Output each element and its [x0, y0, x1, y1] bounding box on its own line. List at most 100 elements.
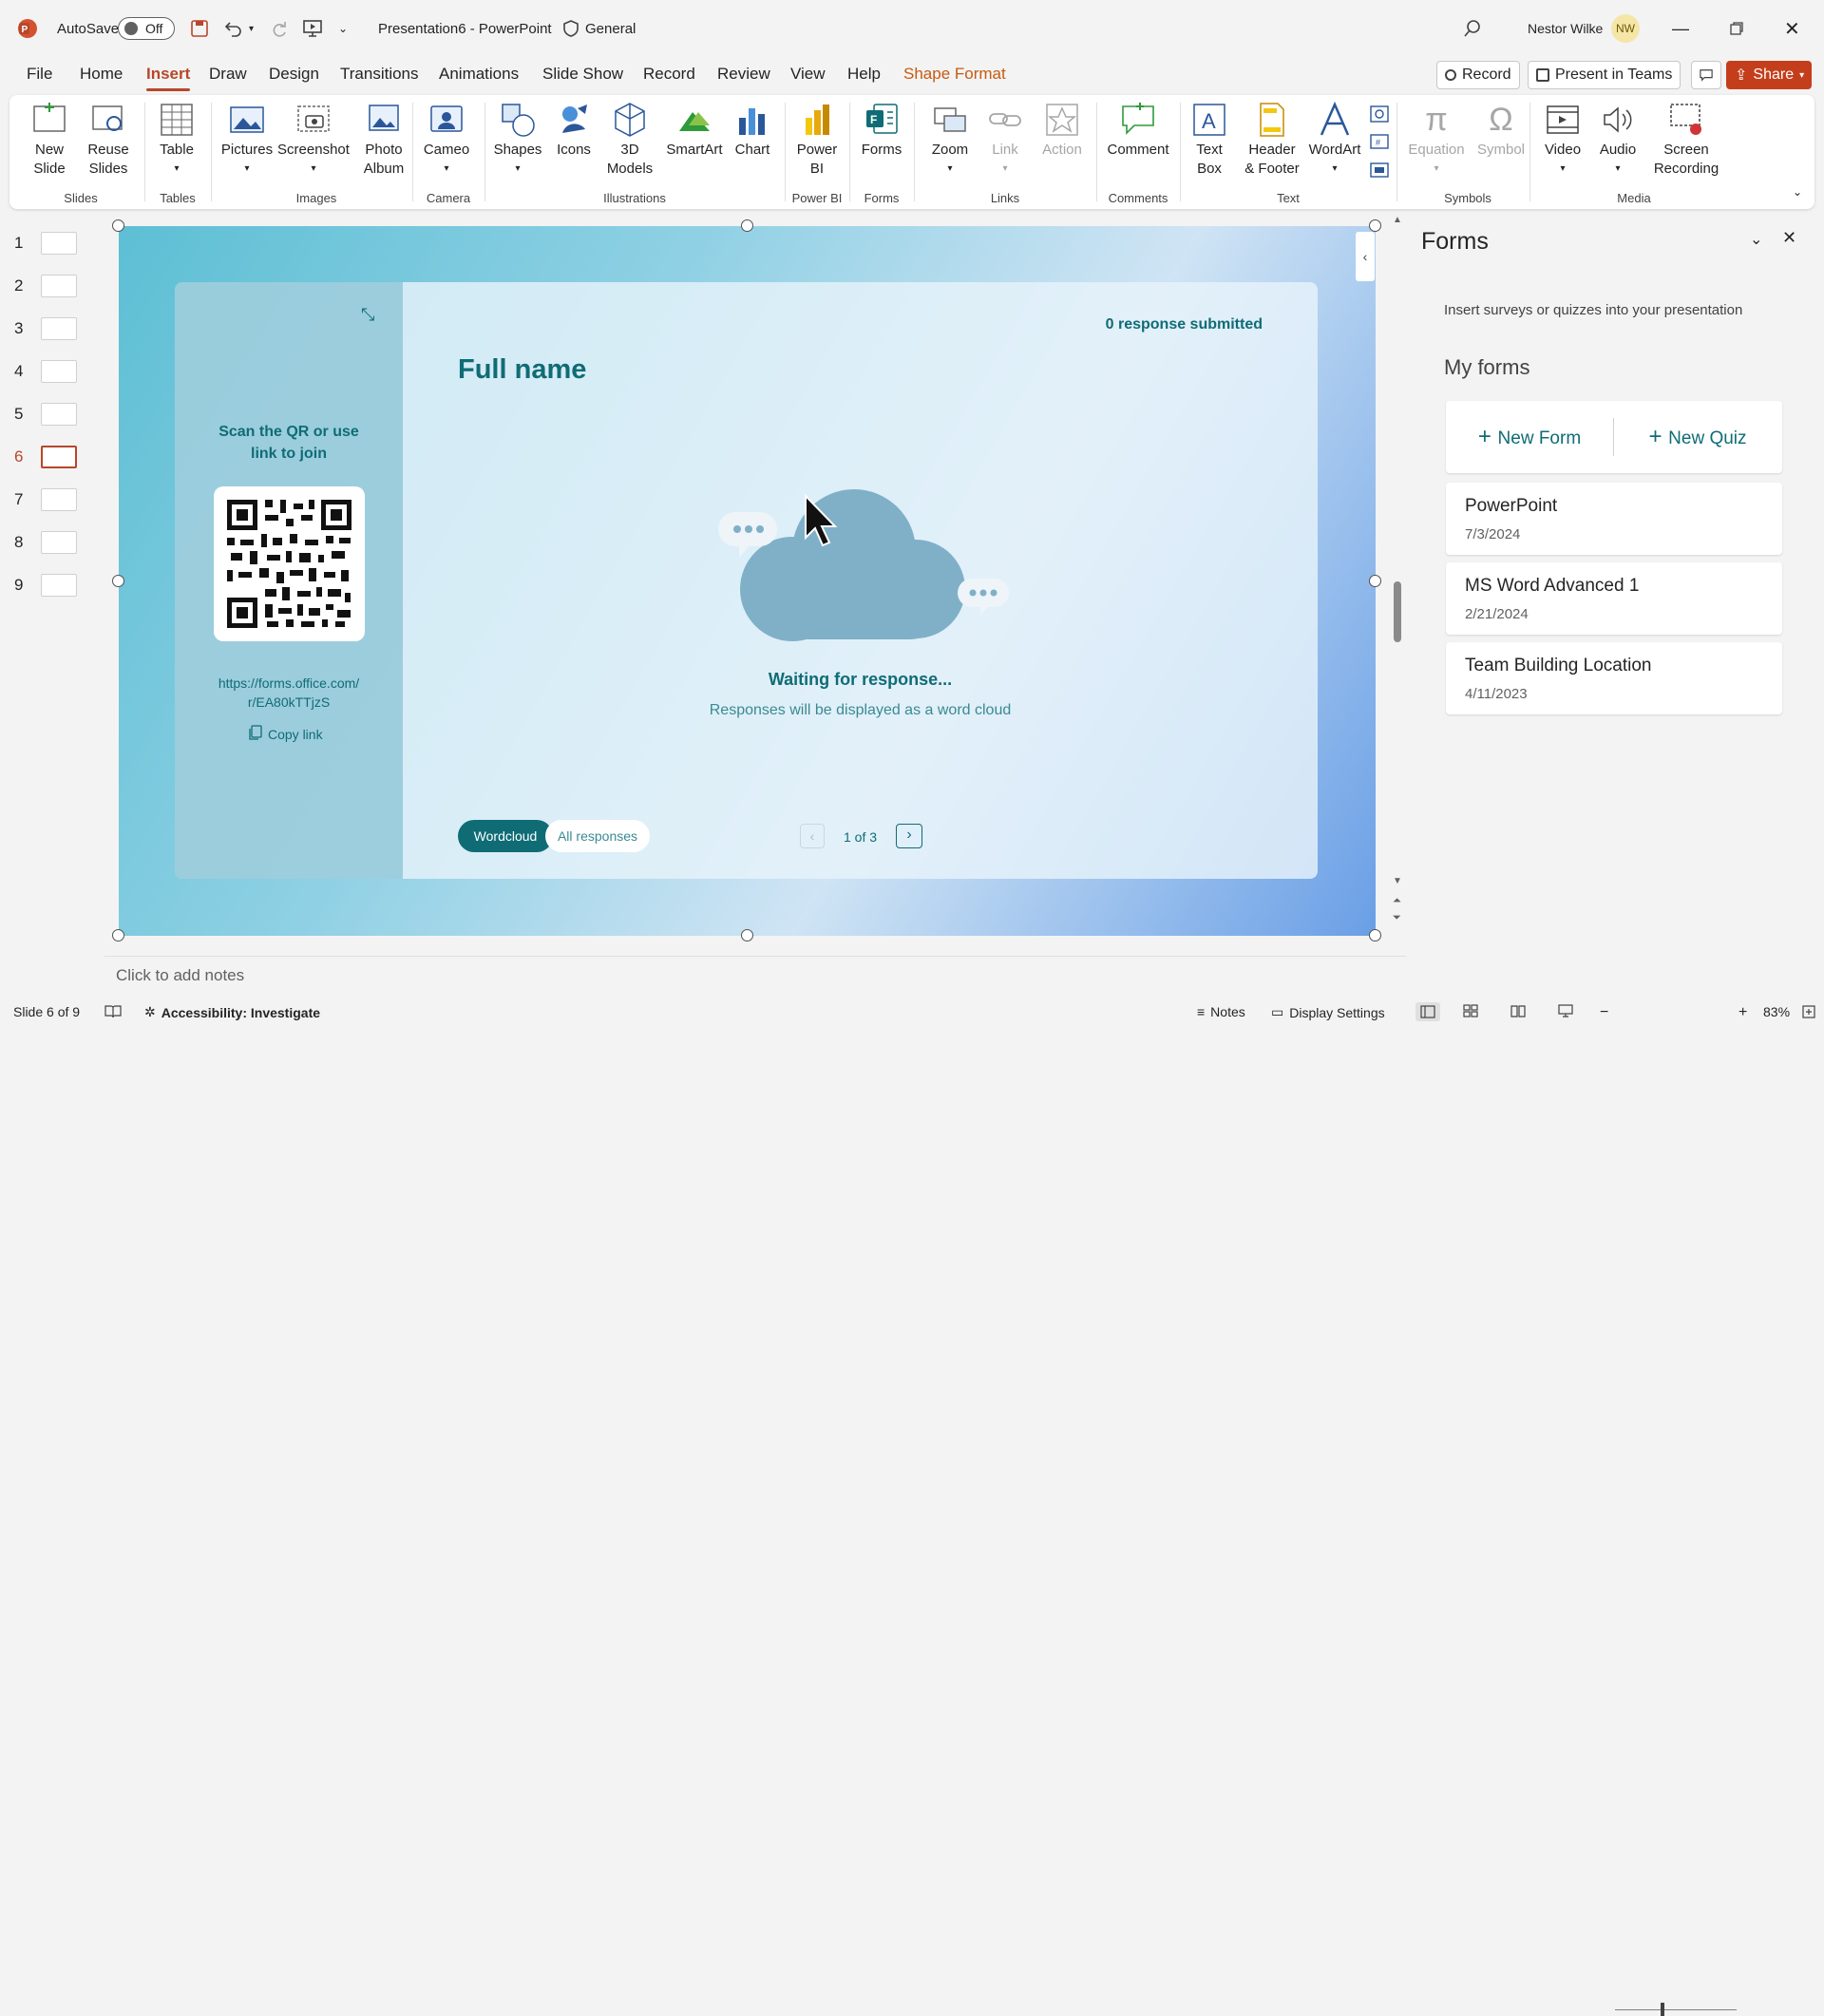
present-in-teams-button[interactable]: Present in Teams	[1528, 61, 1682, 89]
thumbnail-image	[41, 360, 77, 383]
new-quiz-label: New Quiz	[1668, 428, 1747, 448]
slide-thumbnail[interactable]: 8	[10, 527, 86, 561]
tab-review[interactable]: Review	[717, 65, 770, 89]
undo-dropdown-icon[interactable]: ▾	[249, 15, 254, 42]
spelling-book-icon[interactable]	[104, 1004, 122, 1019]
next-slide-icon[interactable]: ⏷	[1393, 912, 1401, 924]
user-name[interactable]: Nestor Wilke	[1528, 15, 1603, 42]
tab-home[interactable]: Home	[80, 65, 123, 89]
slide-sorter-icon[interactable]	[1463, 1004, 1478, 1018]
new-quiz-button[interactable]: + New Quiz	[1614, 424, 1781, 450]
scrollbar-thumb[interactable]	[1394, 581, 1401, 642]
slide-show-icon[interactable]	[1558, 1004, 1573, 1018]
slide-thumbnail[interactable]: 7	[10, 485, 86, 519]
slide-thumbnail[interactable]: 9	[10, 570, 86, 604]
record-button[interactable]: Record	[1436, 61, 1520, 89]
zoom-out-icon[interactable]: −	[1600, 1004, 1608, 1021]
vertical-scrollbar[interactable]: ▲ ▼ ⏶ ⏷	[1389, 215, 1406, 933]
restore-icon[interactable]	[1729, 15, 1744, 42]
minimize-embed-icon[interactable]: ⤡	[361, 305, 374, 325]
slide-thumbnail[interactable]: 5	[10, 399, 86, 433]
close-pane-icon[interactable]: ✕	[1782, 228, 1796, 248]
tab-transitions[interactable]: Transitions	[340, 65, 419, 89]
minimize-icon[interactable]: —	[1672, 15, 1689, 42]
new-form-button[interactable]: + New Form	[1446, 424, 1613, 450]
share-label: Share	[1753, 67, 1795, 83]
slide-thumbnail[interactable]: 4	[10, 356, 86, 390]
slide-thumbnail[interactable]: 2	[10, 271, 86, 305]
autosave-toggle[interactable]: Off	[118, 17, 175, 40]
scroll-up-icon[interactable]: ▲	[1393, 215, 1402, 225]
qr-code-icon	[214, 486, 365, 641]
previous-slide-icon[interactable]: ⏶	[1393, 895, 1401, 907]
tab-animations[interactable]: Animations	[439, 65, 519, 89]
svg-text:P: P	[22, 25, 28, 35]
display-settings-button[interactable]: ▭ Display Settings	[1271, 1004, 1385, 1020]
join-link-line-1[interactable]: https://forms.office.com/	[175, 674, 403, 693]
collapse-ribbon-icon[interactable]: ⌄	[1788, 182, 1807, 201]
notes-pane[interactable]: Click to add notes	[104, 956, 1406, 994]
share-button[interactable]: ⇪ Share ▾	[1726, 61, 1812, 89]
next-page-button[interactable]: ›	[896, 824, 922, 848]
join-link-line-2[interactable]: r/EA80kTTjzS	[175, 693, 403, 712]
selection-handle[interactable]	[741, 219, 753, 232]
slide-thumbnail[interactable]: 1	[10, 228, 86, 262]
selection-handle[interactable]	[112, 929, 124, 941]
fit-to-window-icon[interactable]	[1801, 1004, 1816, 1019]
selection-handle[interactable]	[1369, 575, 1381, 587]
slide-thumbnail-current[interactable]: 6	[10, 442, 86, 476]
zoom-slider[interactable]	[1615, 2009, 1737, 2010]
selection-handle[interactable]	[741, 929, 753, 941]
pane-subtitle: Insert surveys or quizzes into your pres…	[1444, 302, 1743, 318]
chevron-left-icon[interactable]: ‹	[1356, 232, 1375, 281]
tab-wordcloud[interactable]: Wordcloud	[458, 820, 553, 852]
comments-icon[interactable]	[1691, 61, 1721, 89]
form-list-item[interactable]: PowerPoint 7/3/2024	[1446, 483, 1782, 555]
thumbnail-image	[41, 317, 77, 340]
scroll-down-icon[interactable]: ▼	[1393, 876, 1402, 886]
slide-counter: Slide 6 of 9	[13, 1004, 81, 1019]
tab-all-responses[interactable]: All responses	[545, 820, 650, 852]
document-title[interactable]: Presentation6 - PowerPoint	[378, 15, 552, 42]
tab-draw[interactable]: Draw	[209, 65, 247, 89]
save-icon[interactable]	[190, 15, 209, 42]
slide-thumbnail[interactable]: 3	[10, 314, 86, 348]
previous-page-button[interactable]: ‹	[800, 824, 825, 848]
selection-handle[interactable]	[112, 575, 124, 587]
present-from-start-icon[interactable]	[302, 15, 323, 42]
selection-handle[interactable]	[112, 219, 124, 232]
zoom-level[interactable]: 83%	[1763, 1004, 1790, 1019]
search-icon[interactable]	[1463, 15, 1482, 42]
tab-help[interactable]: Help	[847, 65, 881, 89]
thumbnail-image	[41, 232, 77, 255]
tab-view[interactable]: View	[790, 65, 826, 89]
accessibility-button[interactable]: ✲ Accessibility: Investigate	[144, 1004, 320, 1020]
normal-view-icon[interactable]	[1416, 1002, 1440, 1021]
copy-link-button[interactable]: Copy link	[249, 725, 323, 743]
pane-options-chevron-icon[interactable]: ⌄	[1750, 230, 1762, 249]
form-list-item[interactable]: MS Word Advanced 1 2/21/2024	[1446, 562, 1782, 635]
tab-slide-show[interactable]: Slide Show	[542, 65, 623, 89]
close-window-icon[interactable]: ✕	[1784, 15, 1800, 42]
undo-icon[interactable]	[222, 15, 243, 42]
forms-embed-card[interactable]: ⤡ Scan the QR or use link to join https:…	[175, 282, 1318, 879]
reading-view-icon[interactable]	[1510, 1004, 1526, 1018]
sensitivity-label[interactable]: General	[585, 15, 636, 42]
tab-insert[interactable]: Insert	[146, 65, 191, 91]
slide-canvas[interactable]: ⤡ Scan the QR or use link to join https:…	[119, 226, 1376, 936]
tab-file[interactable]: File	[27, 65, 52, 89]
selection-handle[interactable]	[1369, 219, 1381, 232]
zoom-in-icon[interactable]: +	[1738, 1004, 1747, 1021]
customize-toolbar-icon[interactable]: ⌄	[338, 15, 348, 42]
tab-shape-format[interactable]: Shape Format	[903, 65, 1006, 89]
toggle-knob	[124, 22, 138, 35]
tab-design[interactable]: Design	[269, 65, 319, 89]
sensitivity-shield-icon[interactable]	[562, 15, 580, 42]
avatar[interactable]: NW	[1611, 14, 1640, 43]
tab-record[interactable]: Record	[643, 65, 695, 89]
notes-button[interactable]: ≡ Notes	[1197, 1004, 1245, 1019]
form-list-item[interactable]: Team Building Location 4/11/2023	[1446, 642, 1782, 714]
group-label-illustrations: Illustrations	[603, 191, 666, 205]
selection-handle[interactable]	[1369, 929, 1381, 941]
zoom-slider-thumb[interactable]	[1661, 2003, 1664, 2016]
